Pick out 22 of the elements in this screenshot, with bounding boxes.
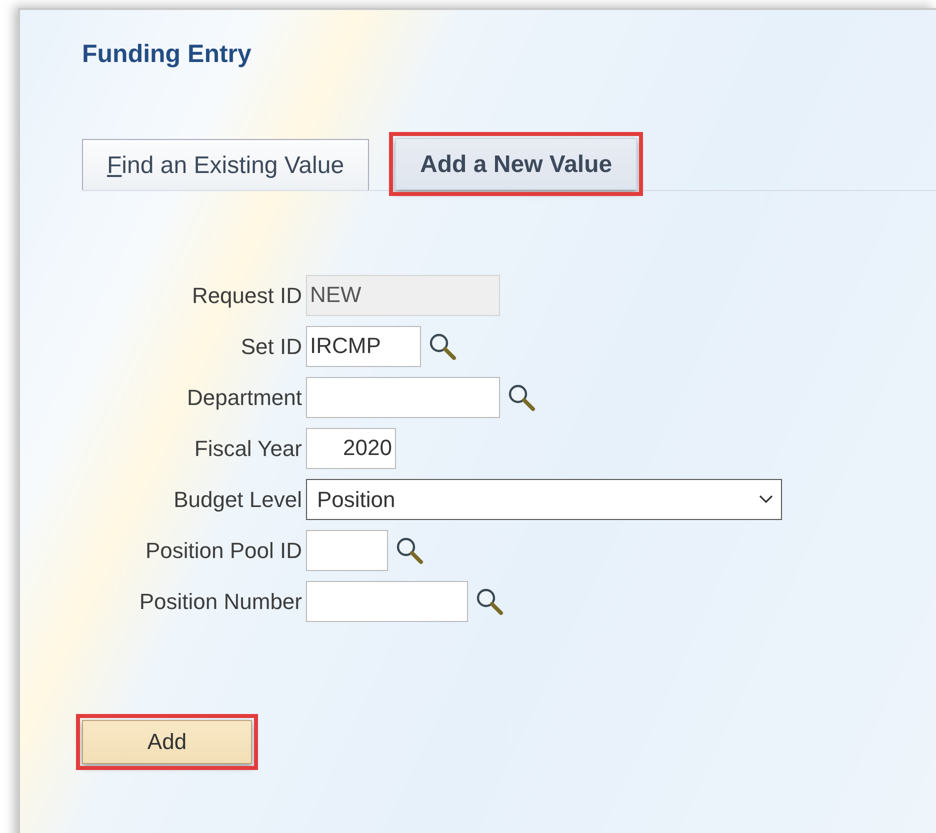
input-field: NEW bbox=[306, 274, 500, 316]
input-field[interactable]: IRCMP bbox=[306, 326, 421, 366]
dropdown-value: Position bbox=[317, 486, 396, 514]
search-icon[interactable] bbox=[474, 586, 504, 616]
dropdown[interactable]: Position bbox=[306, 478, 782, 520]
field-label: Request ID bbox=[190, 282, 302, 310]
input-field[interactable] bbox=[306, 530, 388, 570]
field-label: Position Pool ID bbox=[144, 536, 302, 564]
input-field[interactable] bbox=[306, 376, 500, 418]
field-label: Set ID bbox=[240, 332, 302, 360]
field-label: Department bbox=[186, 384, 302, 412]
field-label: Fiscal Year bbox=[193, 434, 302, 462]
field-label: Budget Level bbox=[172, 486, 302, 514]
page-title: Funding Entry bbox=[82, 39, 252, 70]
input-field[interactable] bbox=[306, 580, 468, 622]
search-icon[interactable] bbox=[394, 535, 424, 565]
input-field[interactable]: 2020 bbox=[306, 428, 396, 468]
tab[interactable]: Find an Existing Value bbox=[82, 138, 370, 190]
field-label: Position Number bbox=[138, 588, 302, 616]
chevron-down-icon bbox=[759, 494, 773, 504]
search-icon[interactable] bbox=[506, 382, 536, 412]
search-icon[interactable] bbox=[427, 331, 457, 361]
